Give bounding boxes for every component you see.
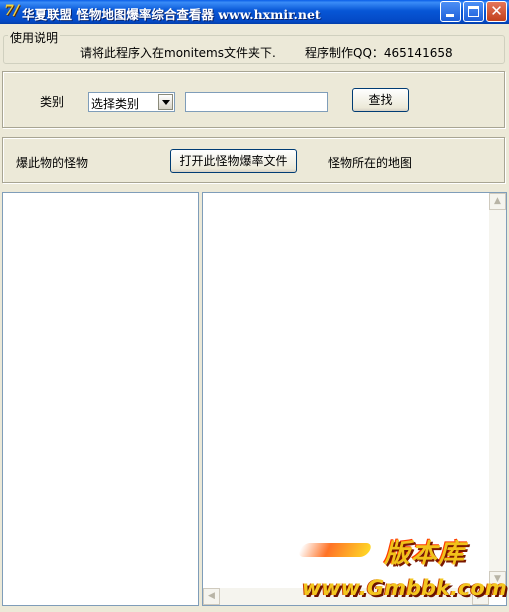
category-select-value: 选择类别 [91, 97, 140, 111]
maximize-button[interactable] [463, 1, 484, 22]
category-select[interactable]: 选择类别 [88, 92, 175, 112]
chevron-down-icon[interactable] [158, 94, 173, 110]
close-button[interactable]: ✕ [486, 1, 507, 22]
window-title: 华夏联盟 怪物地图爆率综合查看器 www.hxmir.net [22, 7, 321, 22]
close-icon: ✕ [490, 2, 503, 20]
watermark-url: www.Gmbbk.com [302, 576, 507, 600]
watermark-logo: 版本库 [384, 539, 466, 569]
author-credit: 程序制作QQ：465141658 [305, 46, 453, 60]
category-label: 类别 [40, 95, 65, 109]
swoosh-icon [296, 543, 374, 557]
app-logo-icon: 7/ [4, 3, 19, 19]
maximize-icon [468, 6, 479, 17]
title-bar[interactable]: 7/ 华夏联盟 怪物地图爆率综合查看器 www.hxmir.net ✕ [0, 0, 509, 24]
usage-instruction: 请将此程序入在monitems文件夹下. [80, 46, 276, 60]
keyword-input[interactable] [185, 92, 328, 112]
vertical-scrollbar[interactable]: ▲ ▼ [489, 193, 506, 588]
monster-list[interactable] [2, 192, 199, 606]
scroll-left-icon[interactable]: ◀ [203, 588, 220, 605]
open-drop-file-button[interactable]: 打开此怪物爆率文件 [170, 149, 297, 173]
minimize-icon [446, 14, 454, 17]
search-button[interactable]: 查找 [352, 88, 409, 112]
map-label: 怪物所在的地图 [328, 156, 413, 170]
drops-label: 爆此物的怪物 [16, 156, 89, 170]
minimize-button[interactable] [440, 1, 461, 22]
scroll-up-icon[interactable]: ▲ [489, 193, 506, 210]
usage-legend: 使用说明 [8, 29, 61, 46]
site-watermark: 版本库 www.Gmbbk.com [296, 533, 507, 605]
